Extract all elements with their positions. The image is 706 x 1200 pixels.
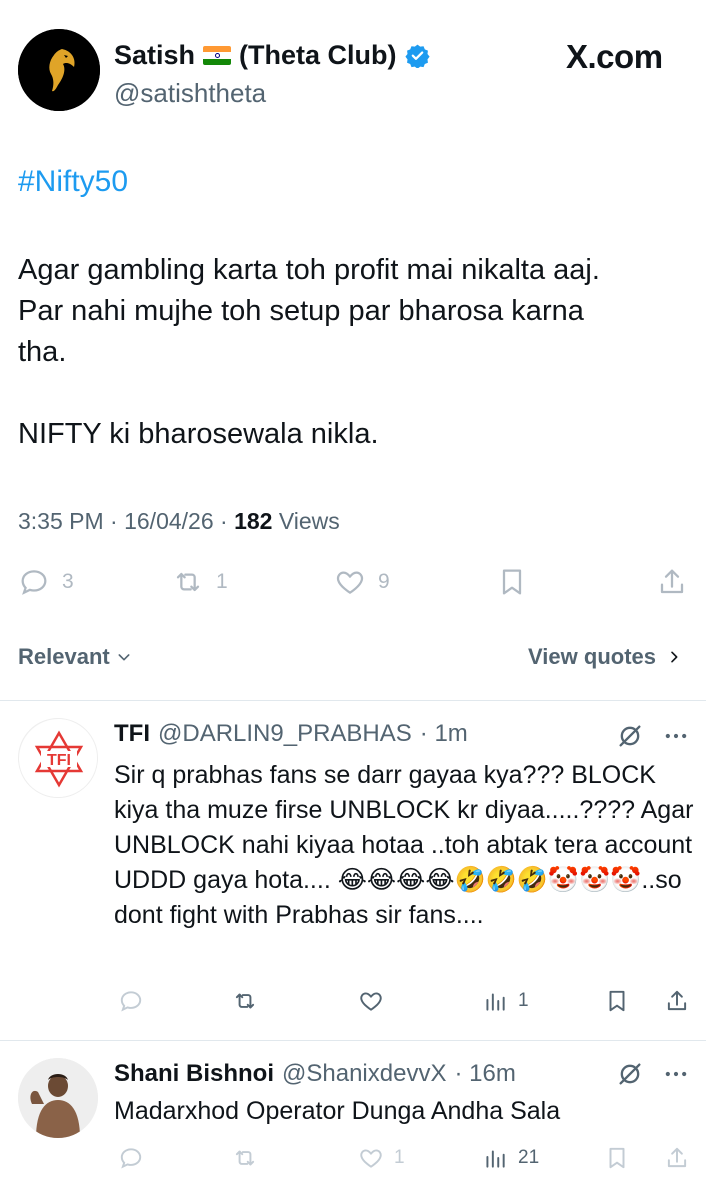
share-button[interactable] [656,565,688,599]
repost-icon [235,1150,255,1166]
verified-badge-icon [404,44,430,68]
reply-author-handle[interactable]: @DARLIN9_PRABHAS [158,720,412,748]
reply-button[interactable]: 3 [18,565,74,599]
views-button[interactable]: 1 [482,986,529,1016]
tweet-timestamp[interactable]: 3:35 PM · 16/04/26 · [18,508,234,534]
analytics-icon [486,993,505,1011]
reply-icon [21,570,47,595]
eagle-logo-icon [18,29,100,111]
site-watermark: X.com [566,38,663,75]
author-name-row[interactable]: Satish (Theta Club) [114,40,430,71]
user-photo-icon [18,1058,98,1138]
author-team[interactable]: (Theta Club) [239,40,396,71]
reply-header: Shani Bishnoi @ShanixdevvX · 16m [114,1060,516,1088]
bookmark-button[interactable] [496,565,528,599]
heart-icon [336,571,364,594]
bookmark-icon [502,569,522,595]
heart-icon [360,1149,382,1168]
reply-avatar[interactable]: TFI [18,718,98,798]
repost-button[interactable] [232,1143,258,1173]
reply-like-count: 1 [394,1147,405,1168]
reply-views-count: 21 [518,1147,540,1168]
hashtag-link[interactable]: #Nifty50 [18,165,128,199]
bookmark-icon [609,1147,625,1169]
author-handle[interactable]: @satishtheta [114,78,266,109]
repost-button[interactable]: 1 [172,565,228,599]
reply-text: Madarxhod Operator Dunga Andha Sala [114,1097,561,1125]
author-name[interactable]: Satish [114,40,195,71]
share-button[interactable] [664,986,690,1016]
view-quotes-label: View quotes [528,644,656,669]
more-options-icon[interactable] [662,1060,690,1088]
like-button[interactable]: 9 [334,565,390,599]
tfi-logo-icon: TFI [19,719,97,797]
reply-button[interactable] [118,986,144,1016]
chevron-right-icon [671,651,678,663]
share-button[interactable] [664,1143,690,1173]
share-icon [667,990,687,1011]
views-button[interactable]: 21 [482,1143,539,1173]
reply-header: TFI @DARLIN9_PRABHAS · 1m [114,720,468,748]
views-count: 182 [234,508,273,534]
repost-count: 1 [216,570,228,593]
view-quotes-link[interactable]: View quotes [528,644,682,670]
repost-button[interactable] [232,986,258,1016]
more-options-icon[interactable] [662,722,690,750]
reply-time[interactable]: · 16m [454,1060,515,1088]
divider [0,700,706,701]
heart-icon [360,992,382,1011]
reply-avatar[interactable] [18,1058,98,1138]
like-button[interactable] [358,986,384,1016]
share-icon [667,1147,687,1168]
reply-icon [120,991,142,1012]
like-button[interactable]: 1 [358,1143,405,1173]
sort-dropdown[interactable]: Relevant [18,644,132,670]
tweet-text: Agar gambling karta toh profit mai nikal… [18,254,600,450]
views-label: Views [278,508,340,534]
divider [0,1040,706,1041]
reply-views-count: 1 [518,990,529,1011]
analytics-icon [486,1150,505,1168]
bookmark-icon [609,990,625,1012]
india-flag-icon [203,46,232,65]
bookmark-button[interactable] [604,986,630,1016]
tfi-logo-text: TFI [47,752,71,769]
reply-author-handle[interactable]: @ShanixdevvX [282,1060,446,1088]
repost-icon [235,993,255,1009]
chevron-down-icon [118,654,130,661]
reply-count: 3 [62,570,74,593]
grok-icon[interactable] [616,1060,644,1088]
reply-text: Sir q prabhas fans se darr gayaa kya??? … [114,761,694,929]
reply-time[interactable]: · 1m [420,720,468,748]
share-icon [660,569,684,594]
repost-icon [176,572,200,592]
like-count: 9 [378,570,390,593]
author-avatar[interactable] [18,29,100,111]
grok-icon[interactable] [616,722,644,750]
sort-label: Relevant [18,644,110,669]
reply-icon [120,1148,142,1169]
reply-author-name[interactable]: TFI [114,720,150,748]
bookmark-button[interactable] [604,1143,630,1173]
reply-button[interactable] [118,1143,144,1173]
reply-author-name[interactable]: Shani Bishnoi [114,1060,274,1088]
tweet-meta: 3:35 PM · 16/04/26 · 182 Views [18,508,340,535]
